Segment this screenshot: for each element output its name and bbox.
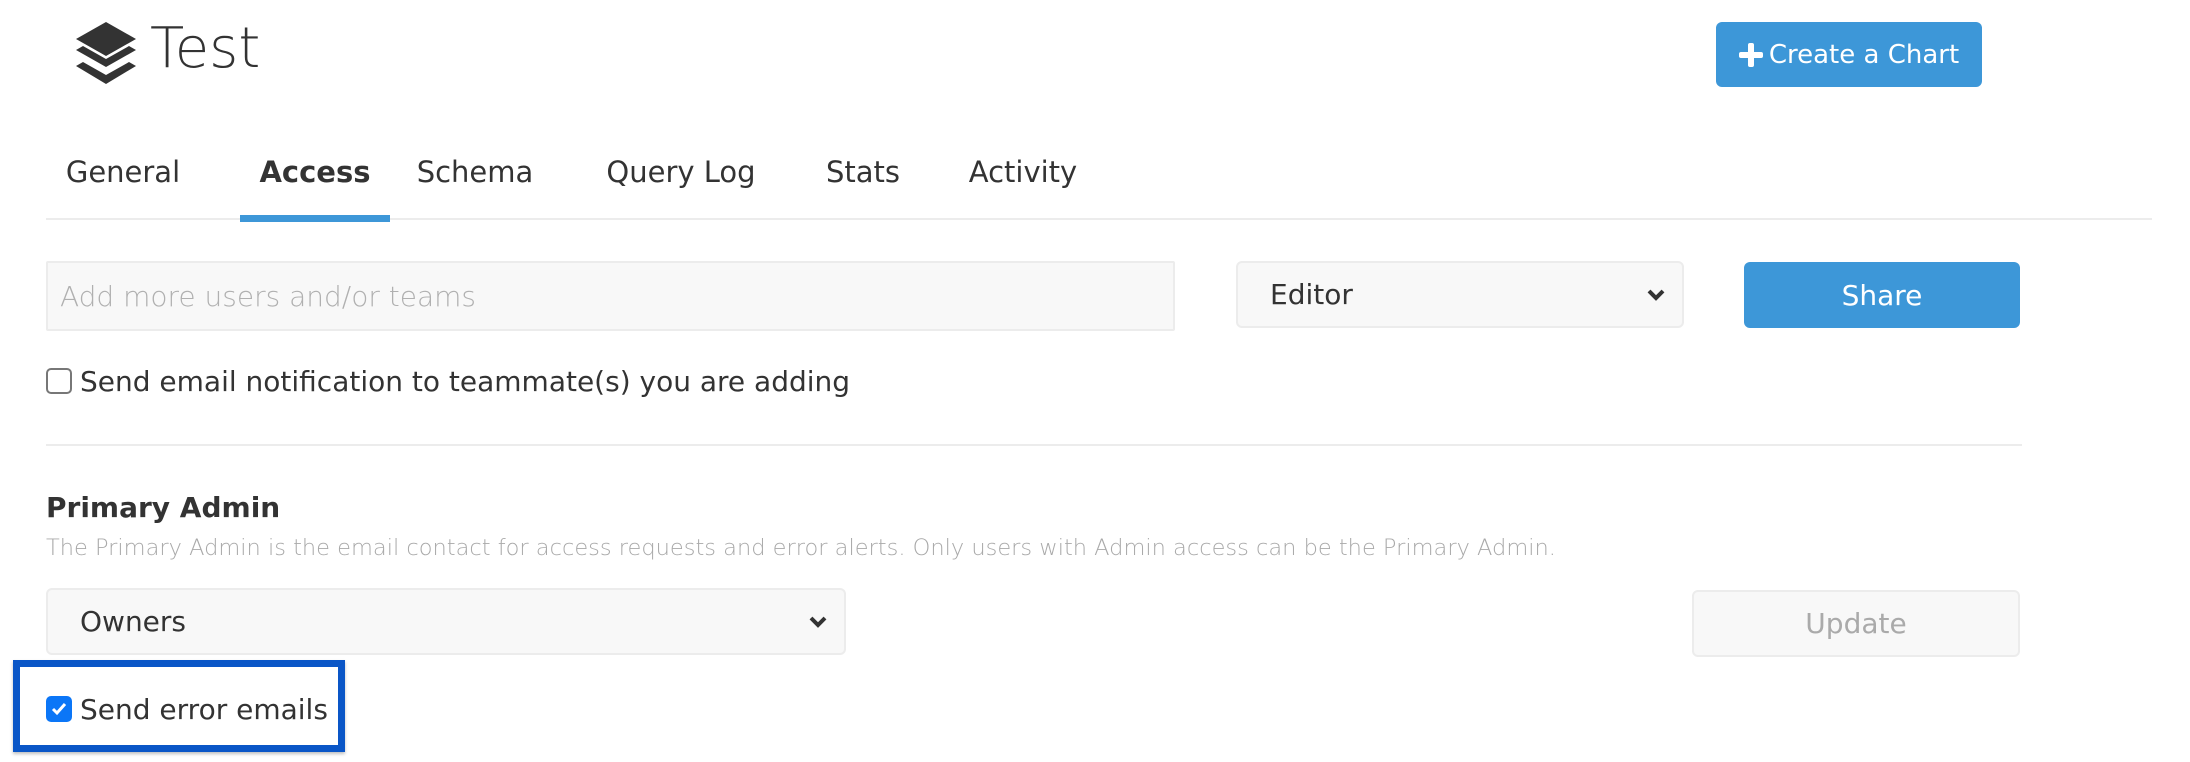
tab-bar: General Access Schema Query Log Stats Ac… [46,140,2152,222]
primary-admin-description: The Primary Admin is the email contact f… [46,535,1556,561]
chevron-down-icon [809,616,827,628]
plus-icon [1738,42,1763,67]
tab-stats[interactable]: Stats [816,140,910,220]
notify-label: Send email notification to teammate(s) y… [80,364,851,398]
role-select[interactable]: Editor [1236,261,1684,328]
share-button[interactable]: Share [1744,262,2020,328]
page-title: Test [150,16,261,81]
create-chart-button[interactable]: Create a Chart [1716,22,1982,87]
send-error-emails-option: Send error emails [46,692,328,726]
primary-admin-select[interactable]: Owners [46,588,846,655]
primary-admin-title: Primary Admin [46,491,281,524]
tab-general[interactable]: General [58,140,188,220]
notify-option: Send email notification to teammate(s) y… [46,364,850,398]
tab-activity[interactable]: Activity [960,140,1086,220]
update-button[interactable]: Update [1692,590,2020,657]
section-divider [46,444,2022,446]
checkmark-icon [51,703,67,716]
tab-query-log[interactable]: Query Log [598,140,764,220]
tab-schema[interactable]: Schema [410,140,540,220]
create-chart-label: Create a Chart [1768,39,1960,70]
tab-access[interactable]: Access [240,140,390,222]
send-error-emails-label: Send error emails [80,692,328,726]
primary-admin-select-value: Owners [80,605,187,638]
layers-icon [76,22,136,84]
chevron-down-icon [1647,289,1665,301]
notify-checkbox[interactable] [46,368,72,394]
role-select-value: Editor [1270,278,1353,311]
send-error-emails-checkbox[interactable] [46,696,72,722]
add-users-input[interactable] [46,261,1175,331]
